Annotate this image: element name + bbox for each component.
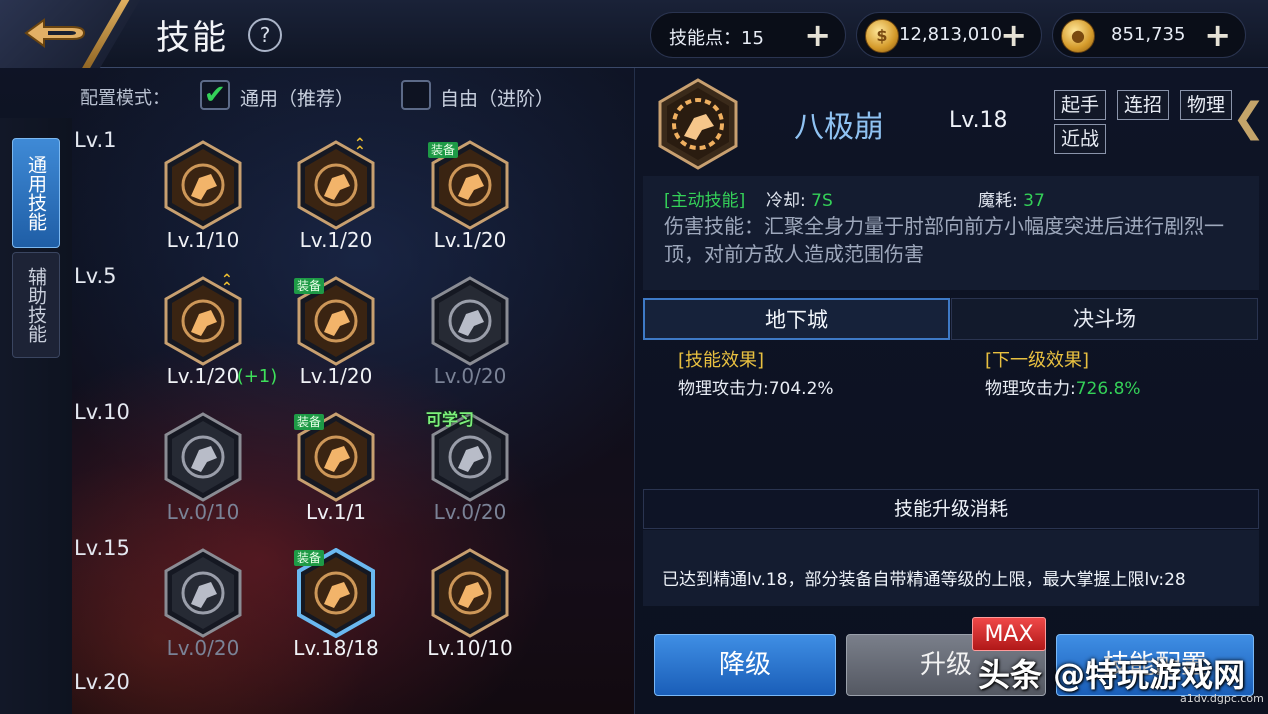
- rank-up-chevron-icon: ⌃ ⌃: [221, 272, 233, 296]
- general-mode-checkbox[interactable]: ✔: [200, 80, 230, 110]
- level-row-label: Lv.1: [74, 128, 117, 152]
- skill-node[interactable]: [163, 412, 243, 502]
- upgrade-cost-header: 技能升级消耗: [643, 489, 1259, 529]
- tab-dungeon[interactable]: 地下城: [643, 298, 950, 340]
- downgrade-button[interactable]: 降级: [654, 634, 836, 696]
- stomp-icon: [164, 548, 242, 638]
- mana-stat: 魔耗: 37: [978, 186, 1045, 211]
- skill-node[interactable]: [430, 548, 510, 638]
- skill-node[interactable]: [163, 140, 243, 230]
- skill-level-label: Lv.1/20: [299, 364, 373, 388]
- cooldown-stat: 冷却: 7S: [766, 186, 833, 211]
- equipped-badge: 装备: [428, 142, 459, 158]
- current-effect-label: 物理攻击力:: [678, 379, 769, 399]
- next-effect: 物理攻击力:726.8%: [985, 374, 1141, 399]
- add-coupon-button[interactable]: +: [1204, 19, 1231, 51]
- skill-tag: 连招: [1117, 90, 1170, 120]
- skill-level-label: Lv.1/20: [433, 228, 507, 252]
- level-row-label: Lv.20: [74, 670, 130, 694]
- skill-level-label: Lv.0/10: [166, 500, 240, 524]
- skill-node[interactable]: [163, 548, 243, 638]
- equipped-badge: 装备: [294, 414, 325, 430]
- tab-support-skills[interactable]: 辅助技能: [12, 252, 60, 358]
- skill-level-label: Lv.10/10: [427, 636, 513, 660]
- crowd-icon: [164, 412, 242, 502]
- coupon-coin-icon: ●: [1061, 19, 1095, 53]
- body-aura-icon: [431, 548, 509, 638]
- config-mode-label: 配置模式：: [80, 88, 170, 109]
- max-level-badge: MAX: [972, 617, 1046, 651]
- coupon-pill: ● 851,735 +: [1052, 12, 1246, 58]
- skill-level-label: Lv.0/20: [433, 364, 507, 388]
- add-skill-points-button[interactable]: +: [804, 19, 831, 51]
- skill-name: 八极崩: [794, 110, 884, 145]
- skill-tag: 近战: [1054, 124, 1107, 154]
- mana-label: 魔耗:: [978, 191, 1018, 211]
- skill-level: Lv.18: [949, 108, 1008, 133]
- skill-points-pill: 技能点：15 +: [650, 12, 846, 58]
- skill-tag: 物理: [1180, 90, 1233, 120]
- free-mode-checkbox[interactable]: [401, 80, 431, 110]
- skill-points-label: 技能点：15: [669, 28, 764, 49]
- level-row-label: Lv.5: [74, 264, 117, 288]
- add-gold-button[interactable]: +: [1000, 19, 1027, 51]
- cooldown-value: 7S: [811, 191, 833, 211]
- equipped-badge: 装备: [294, 550, 325, 566]
- level-row-label: Lv.15: [74, 536, 130, 560]
- grapple-icon: [431, 276, 509, 366]
- level-row-label: Lv.10: [74, 400, 130, 424]
- cooldown-label: 冷却:: [766, 191, 806, 211]
- mastery-cap-note: 已达到精通lv.18，部分装备自带精通等级的上限，最大掌握上限lv:28: [662, 570, 1186, 590]
- collapse-panel-chevron-icon[interactable]: ❮: [1232, 92, 1268, 148]
- skill-description: 伤害技能：汇聚全身力量于肘部向前方小幅度突进后进行剧烈一顶，对前方敌人造成范围伤…: [664, 214, 1224, 266]
- free-mode-label[interactable]: 自由（进阶）: [440, 84, 554, 111]
- back-arrow-icon: [24, 18, 86, 48]
- checkmark-icon: ✔: [204, 80, 226, 110]
- watermark-text: 头条 @特玩游戏网: [978, 656, 1246, 694]
- page-title: 技能: [156, 18, 228, 58]
- skill-node[interactable]: [430, 276, 510, 366]
- skill-level-label: Lv.1/10: [166, 228, 240, 252]
- gold-pill: $ 12,813,010 +: [856, 12, 1042, 58]
- rank-up-chevron-icon: ⌃ ⌃: [354, 136, 366, 160]
- next-effect-title: [下一级效果]: [985, 350, 1090, 371]
- palm-swirl-icon: [164, 140, 242, 230]
- pve-pvp-tabs: 地下城 决斗场: [643, 298, 1259, 340]
- gold-coin-icon: $: [865, 19, 899, 53]
- coupon-amount: 851,735: [1111, 24, 1186, 45]
- selected-skill-icon: [656, 78, 740, 174]
- gold-amount: 12,813,010: [899, 24, 1003, 45]
- mana-value: 37: [1023, 191, 1045, 211]
- learnable-badge: 可学习: [426, 410, 475, 429]
- tab-arena[interactable]: 决斗场: [951, 298, 1258, 340]
- watermark-url: a1dv.dgpc.com: [1180, 692, 1264, 705]
- skill-level-label: Lv.1/20: [299, 228, 373, 252]
- skill-level-label: Lv.0/20: [166, 636, 240, 660]
- next-effect-value: 726.8%: [1075, 379, 1141, 399]
- skill-type-tag: [主动技能]: [664, 191, 746, 211]
- skill-tag: 起手: [1054, 90, 1107, 120]
- general-mode-label[interactable]: 通用（推荐）: [240, 84, 354, 111]
- equipped-badge: 装备: [294, 278, 325, 294]
- next-effect-label: 物理攻击力:: [985, 379, 1076, 399]
- current-effect-value: 704.2%: [768, 379, 834, 399]
- skill-level-label: Lv.0/20: [433, 500, 507, 524]
- skill-level-label: Lv.18/18: [293, 636, 379, 660]
- current-effect: 物理攻击力:704.2%: [678, 374, 834, 399]
- skill-level-label: Lv.1/1: [306, 500, 366, 524]
- help-button[interactable]: ?: [248, 18, 282, 52]
- tab-general-skills[interactable]: 通用技能: [12, 138, 60, 248]
- current-effect-title: [技能效果]: [678, 350, 765, 371]
